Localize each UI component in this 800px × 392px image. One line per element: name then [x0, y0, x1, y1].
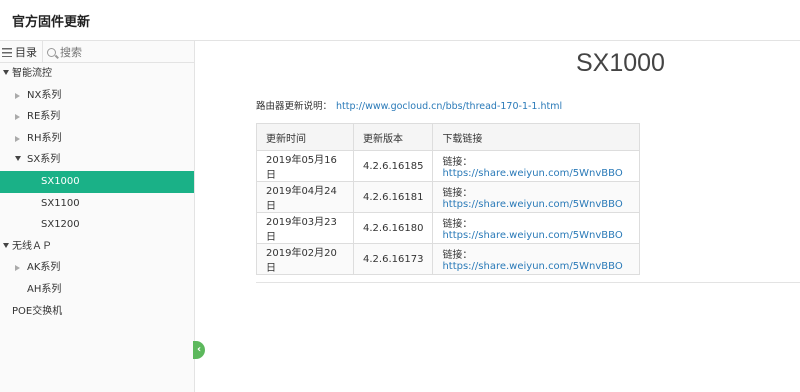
tree-item-label: AK系列: [27, 262, 61, 274]
cell-download: 链接：https://share.weiyun.com/5WnvBBO: [432, 181, 641, 213]
link-label: 链接：: [442, 157, 473, 168]
tree-item[interactable]: AK系列: [0, 257, 194, 279]
tree-item-label: SX1200: [41, 219, 80, 231]
tree-item[interactable]: RH系列: [0, 128, 194, 150]
sidebar: 目录 智能流控 NX系列 RE系列 RH系列 SX系列 SX1000 SX1100 SX120…: [0, 41, 195, 392]
column-header-download: 下载链接: [432, 123, 641, 151]
tree-item[interactable]: 智能流控: [0, 63, 194, 85]
link-label: 链接：: [442, 219, 473, 230]
table-row: 2019年03月23日 4.2.6.16180 链接：https://share.w…: [256, 212, 641, 244]
description-label: 路由器更新说明：: [256, 101, 333, 112]
tree-item-label: 无线ＡＰ: [12, 240, 52, 252]
caret-right-icon[interactable]: [15, 135, 20, 142]
link-label: 链接：: [442, 188, 473, 199]
toc-tree: 智能流控 NX系列 RE系列 RH系列 SX系列 SX1000 SX1100 SX1200 无线…: [0, 63, 194, 322]
tree-item[interactable]: SX系列: [0, 149, 194, 171]
top-bar: 官方固件更新: [0, 0, 800, 41]
cell-version: 4.2.6.16181: [352, 181, 434, 213]
cell-download: 链接：https://share.weiyun.com/5WnvBBO: [432, 243, 641, 275]
table-row: 2019年05月16日 4.2.6.16185 链接：https://share.w…: [256, 150, 641, 182]
tree-item-label: AH系列: [27, 283, 62, 295]
tree-item[interactable]: NX系列: [0, 85, 194, 107]
sidebar-header: 目录: [0, 41, 194, 63]
table-row: 2019年02月20日 4.2.6.16173 链接：https://share.w…: [256, 243, 641, 275]
cell-date: 2019年04月24日: [256, 181, 354, 213]
tree-item[interactable]: 无线ＡＰ: [0, 236, 194, 258]
caret-down-icon[interactable]: [3, 242, 9, 248]
description-link[interactable]: http://www.gocloud.cn/bbs/thread-170-1-1…: [336, 101, 562, 112]
tree-item-label: 智能流控: [12, 68, 52, 79]
main-content: SX1000 路由器更新说明： http://www.gocloud.cn/bbs…: [196, 41, 800, 392]
download-link[interactable]: https://share.weiyun.com/5WnvBBO: [442, 230, 622, 241]
tree-item-label: POE交换机: [12, 305, 63, 317]
tree-item[interactable]: RE系列: [0, 106, 194, 128]
tree-item[interactable]: SX1100: [0, 193, 194, 215]
caret-right-icon[interactable]: [15, 92, 20, 99]
cell-date: 2019年03月23日: [256, 212, 354, 244]
caret-right-icon[interactable]: [15, 265, 20, 272]
search-input[interactable]: [60, 45, 180, 59]
menu-icon: [2, 47, 12, 57]
page-title: SX1000: [576, 49, 665, 77]
toc-tab[interactable]: 目录: [2, 44, 37, 60]
page-header-title: 官方固件更新: [12, 15, 91, 30]
cell-version: 4.2.6.16180: [352, 212, 434, 244]
firmware-table: 更新时间 更新版本 下载链接 2019年05月16日 4.2.6.16185 链接：…: [256, 123, 641, 275]
cell-date: 2019年05月16日: [256, 150, 354, 182]
search-box[interactable]: [42, 41, 195, 63]
cell-download: 链接：https://share.weiyun.com/5WnvBBO: [432, 212, 641, 244]
tree-item-label: SX系列: [27, 154, 61, 166]
cell-version: 4.2.6.16173: [352, 243, 434, 275]
caret-right-icon[interactable]: [15, 114, 20, 121]
tree-item-label: SX1000: [41, 175, 80, 187]
table-row: 2019年04月24日 4.2.6.16181 链接：https://share.w…: [256, 181, 641, 213]
tree-item[interactable]: AH系列: [0, 279, 194, 301]
caret-down-icon[interactable]: [15, 156, 21, 162]
download-link[interactable]: https://share.weiyun.com/5WnvBBO: [442, 168, 622, 179]
tree-item-label: RH系列: [27, 132, 62, 144]
tree-item[interactable]: POE交换机: [0, 301, 194, 323]
cell-version: 4.2.6.16185: [352, 150, 434, 182]
tree-item[interactable]: SX1000: [0, 170, 194, 193]
tree-item-label: RE系列: [27, 111, 61, 123]
tree-item-label: SX1100: [41, 197, 80, 209]
column-header-date: 更新时间: [256, 123, 354, 151]
download-link[interactable]: https://share.weiyun.com/5WnvBBO: [442, 261, 622, 272]
tree-item-label: NX系列: [27, 89, 62, 101]
tree-item[interactable]: SX1200: [0, 214, 194, 236]
download-link[interactable]: https://share.weiyun.com/5WnvBBO: [442, 199, 622, 210]
cell-download: 链接：https://share.weiyun.com/5WnvBBO: [432, 150, 641, 182]
content-divider: [256, 282, 800, 283]
table-header-row: 更新时间 更新版本 下载链接: [256, 123, 641, 151]
caret-down-icon[interactable]: [3, 70, 9, 75]
link-label: 链接：: [442, 250, 473, 261]
update-description: 路由器更新说明： http://www.gocloud.cn/bbs/thread…: [256, 98, 562, 112]
column-header-version: 更新版本: [352, 123, 434, 151]
toc-label: 目录: [15, 46, 37, 59]
search-icon: [47, 47, 56, 57]
cell-date: 2019年02月20日: [256, 243, 354, 275]
